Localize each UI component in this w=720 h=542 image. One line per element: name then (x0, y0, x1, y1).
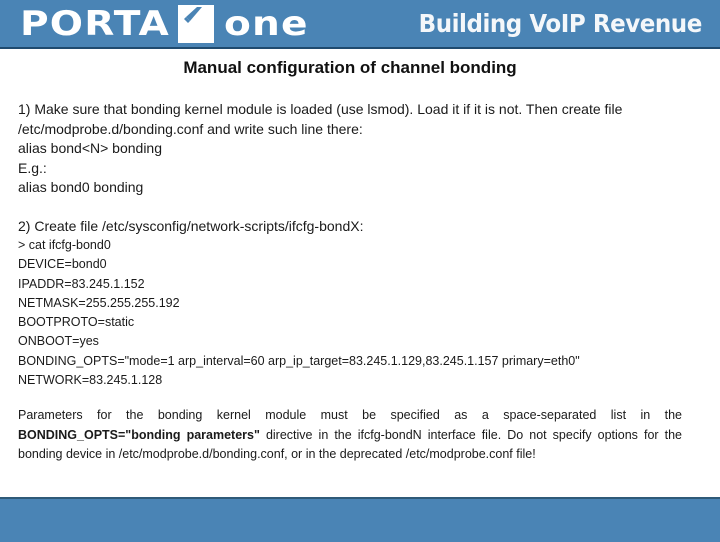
step1-line: 1) Make sure that bonding kernel module … (18, 101, 623, 117)
header-bar: PORTA one Building VoIP Revenue (0, 0, 720, 49)
logo-text-one: one (224, 4, 309, 44)
code-line: > cat ifcfg-bond0 (18, 238, 111, 252)
config-code-block: > cat ifcfg-bond0 DEVICE=bond0 IPADDR=83… (18, 236, 682, 390)
step2-heading: 2) Create file /etc/sysconfig/network-sc… (18, 217, 364, 234)
step1-line: alias bond0 bonding (18, 179, 144, 195)
footer-bar (0, 497, 720, 542)
code-line: DEVICE=bond0 (18, 257, 107, 272)
slide-title: Manual configuration of channel bonding (183, 58, 517, 77)
step1-line: alias bond<N> bonding (18, 140, 163, 156)
code-line: ONBOOT=yes (18, 334, 99, 349)
slide-content: 1) Make sure that bonding kernel module … (18, 100, 682, 464)
code-line: BOOTPROTO=static (18, 315, 135, 330)
note-paragraph: Parameters for the bonding kernel module… (18, 406, 682, 464)
logo-text-porta: PORTA (20, 4, 170, 44)
code-line: IPADDR=83.245.1.152 (18, 276, 145, 291)
code-line: NETWORK=83.245.1.128 (18, 373, 163, 388)
note-bold-directive: BONDING_OPTS="bonding parameters" (18, 427, 260, 442)
logo-one-wrap: one (224, 7, 308, 41)
portaone-checkmark-icon (178, 5, 214, 48)
step1-line: E.g.: (18, 159, 47, 176)
step1-line: /etc/modprobe.d/bonding.conf and write s… (18, 120, 363, 137)
portaone-logo: PORTA (20, 7, 169, 41)
note-text: Parameters for the bonding kernel module… (18, 408, 682, 423)
code-line: BONDING_OPTS="mode=1 arp_interval=60 arp… (18, 353, 580, 368)
tagline: Building VoIP Revenue (418, 9, 703, 38)
code-line: NETMASK=255.255.255.192 (18, 295, 180, 310)
